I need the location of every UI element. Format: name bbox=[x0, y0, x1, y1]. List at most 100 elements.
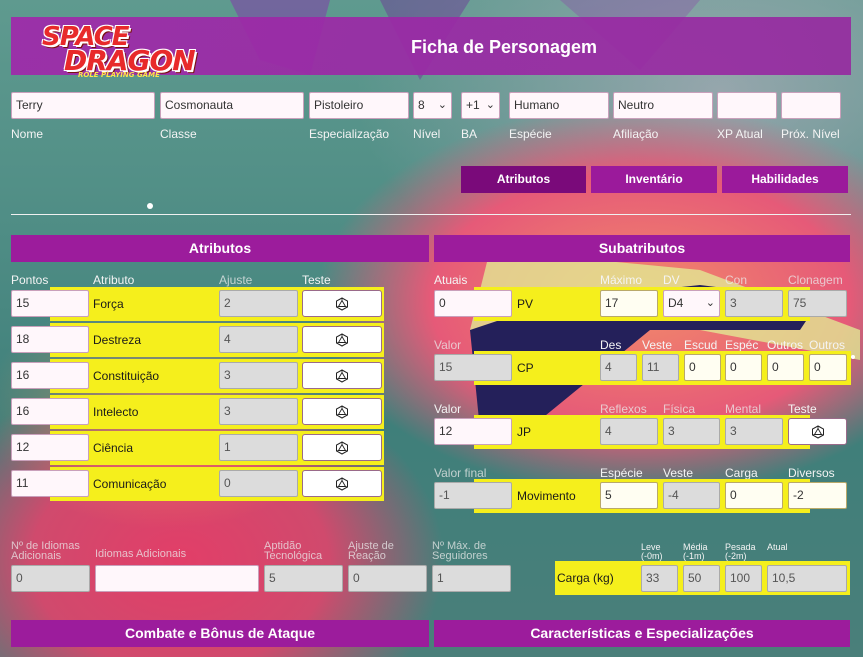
ajuste-value: 3 bbox=[219, 362, 298, 389]
chevron-down-icon: ⌄ bbox=[705, 297, 715, 309]
d20-dice-icon bbox=[811, 424, 824, 439]
tab-atributos[interactable]: Atributos bbox=[461, 166, 586, 193]
jp-valor-input[interactable]: 12 bbox=[434, 418, 512, 445]
nome-input[interactable]: Terry bbox=[11, 92, 155, 119]
teste-button[interactable] bbox=[302, 470, 382, 497]
jp-valor-label: Valor bbox=[434, 402, 462, 416]
ba-select[interactable]: +1 ⌄ bbox=[461, 92, 500, 119]
cp-espec-input[interactable]: 0 bbox=[725, 354, 762, 381]
afiliacao-label: Afiliação bbox=[613, 127, 659, 141]
leve-label: Leve (-0m) bbox=[641, 542, 663, 561]
d20-dice-icon bbox=[336, 368, 348, 383]
con-label: Con bbox=[725, 273, 748, 287]
pv-clonagem-value: 75 bbox=[788, 290, 847, 317]
caracteristicas-header: Características e Especializações bbox=[434, 620, 850, 647]
mov-veste-value: -4 bbox=[663, 482, 720, 509]
d20-dice-icon bbox=[336, 332, 348, 347]
carga-atual-value: 10,5 bbox=[767, 565, 847, 592]
cp-outros1-input[interactable]: 0 bbox=[767, 354, 804, 381]
teste-header: Teste bbox=[302, 273, 331, 287]
pontos-header: Pontos bbox=[11, 273, 49, 287]
especializacao-input[interactable]: Pistoleiro bbox=[309, 92, 409, 119]
jp-reflexos-value: 4 bbox=[600, 418, 658, 445]
prox-nivel-input[interactable] bbox=[781, 92, 841, 119]
teste-button[interactable] bbox=[302, 434, 382, 461]
prox-nivel-label: Próx. Nível bbox=[781, 127, 840, 141]
outros1-label: Outros bbox=[767, 338, 804, 352]
espec-label: Espéc bbox=[725, 338, 759, 352]
d20-dice-icon bbox=[336, 296, 348, 311]
atributo-header: Atributo bbox=[93, 273, 135, 287]
pontos-input[interactable]: 16 bbox=[11, 398, 89, 425]
ajuste-value: 1 bbox=[219, 434, 298, 461]
atributo-name: Comunicação bbox=[93, 477, 167, 491]
classe-input[interactable]: Cosmonauta bbox=[160, 92, 304, 119]
cp-valor-value: 15 bbox=[434, 354, 512, 381]
idiomas-input[interactable] bbox=[95, 565, 259, 592]
pv-con-value: 3 bbox=[725, 290, 783, 317]
mental-label: Mental bbox=[725, 402, 762, 416]
cp-des-value: 4 bbox=[600, 354, 637, 381]
teste-button[interactable] bbox=[302, 326, 382, 353]
chevron-down-icon: ⌄ bbox=[437, 99, 447, 111]
mov-valor-final-value: -1 bbox=[434, 482, 512, 509]
jp-teste-button[interactable] bbox=[788, 418, 847, 445]
teste-button[interactable] bbox=[302, 398, 382, 425]
dv-select[interactable]: D4 ⌄ bbox=[663, 290, 720, 317]
ajuste-value: 2 bbox=[219, 290, 298, 317]
divider bbox=[11, 214, 851, 215]
aptidao-value: 5 bbox=[264, 565, 343, 592]
especie-label: Espécie bbox=[509, 127, 552, 141]
atributo-name: Constituição bbox=[93, 369, 160, 383]
carga-leve-value: 33 bbox=[641, 565, 678, 592]
ajuste-header: Ajuste bbox=[219, 273, 253, 287]
atual-label: Atual bbox=[767, 542, 788, 552]
atributo-name: Destreza bbox=[93, 333, 142, 347]
ajuste-value: 3 bbox=[219, 398, 298, 425]
cp-valor-label: Valor bbox=[434, 338, 462, 352]
pv-maximo-input[interactable]: 17 bbox=[600, 290, 658, 317]
teste-button[interactable] bbox=[302, 362, 382, 389]
dv-label: DV bbox=[663, 273, 680, 287]
especie-input[interactable]: Humano bbox=[509, 92, 609, 119]
idiomas-n-label: Nº de Idiomas Adicionais bbox=[11, 540, 80, 562]
carga-media-value: 50 bbox=[683, 565, 720, 592]
jp-label: JP bbox=[517, 425, 532, 439]
afiliacao-input[interactable]: Neutro bbox=[613, 92, 713, 119]
teste-button[interactable] bbox=[302, 290, 382, 317]
cp-outros2-input[interactable]: 0 bbox=[809, 354, 847, 381]
nivel-label: Nível bbox=[413, 127, 441, 141]
tab-habilidades[interactable]: Habilidades bbox=[722, 166, 848, 193]
mov-especie-input[interactable]: 5 bbox=[600, 482, 658, 509]
maximo-label: Máximo bbox=[600, 273, 643, 287]
pontos-input[interactable]: 15 bbox=[11, 290, 89, 317]
pv-atuais-input[interactable]: 0 bbox=[434, 290, 512, 317]
classe-label: Classe bbox=[160, 127, 197, 141]
ajuste-value: 4 bbox=[219, 326, 298, 353]
valor-final-label: Valor final bbox=[434, 466, 487, 480]
atributo-name: Força bbox=[93, 297, 124, 311]
pontos-input[interactable]: 16 bbox=[11, 362, 89, 389]
nivel-select[interactable]: 8 ⌄ bbox=[413, 92, 452, 119]
outros2-label: Outros bbox=[809, 338, 846, 352]
carga-pesada-value: 100 bbox=[725, 565, 762, 592]
movimento-label: Movimento bbox=[517, 489, 576, 503]
tab-inventario[interactable]: Inventário bbox=[591, 166, 717, 193]
idiomas-label: Idiomas Adicionais bbox=[95, 548, 187, 560]
d20-dice-icon bbox=[336, 440, 348, 455]
carga-label: Carga (kg) bbox=[557, 571, 614, 585]
space-dragon-logo: SPACE DRAGON ROLE PLAYING GAME bbox=[30, 22, 196, 82]
pontos-input[interactable]: 18 bbox=[11, 326, 89, 353]
ajuste-value: 0 bbox=[219, 470, 298, 497]
mov-diversos-input[interactable]: -2 bbox=[788, 482, 847, 509]
pontos-input[interactable]: 12 bbox=[11, 434, 89, 461]
pontos-input[interactable]: 11 bbox=[11, 470, 89, 497]
logo-subtitle: ROLE PLAYING GAME bbox=[78, 71, 160, 79]
xp-atual-input[interactable] bbox=[717, 92, 777, 119]
cp-escudo-input[interactable]: 0 bbox=[684, 354, 721, 381]
des-label: Des bbox=[600, 338, 622, 352]
mov-veste-label: Veste bbox=[663, 466, 694, 480]
idiomas-n-value: 0 bbox=[11, 565, 90, 592]
aptidao-label: Aptidão Tecnológica bbox=[264, 540, 323, 562]
mov-carga-input[interactable]: 0 bbox=[725, 482, 783, 509]
